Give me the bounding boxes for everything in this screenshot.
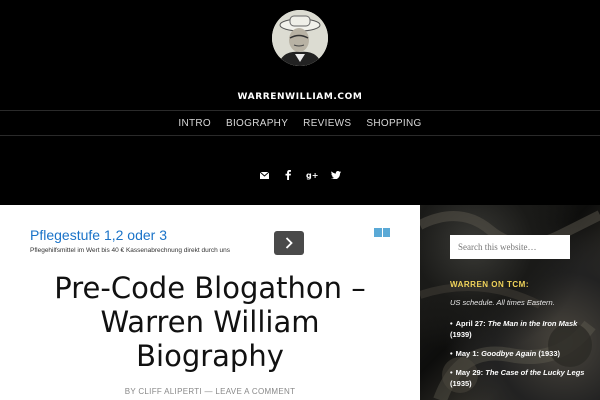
ad-title[interactable]: Pflegestufe 1,2 oder 3 <box>30 227 167 243</box>
svg-text:g+: g+ <box>306 171 318 180</box>
byline-author[interactable]: CLIFF ALIPERTI <box>138 387 202 396</box>
schedule-film[interactable]: Goodbye Again <box>481 349 536 358</box>
nav-item-intro[interactable]: INTRO <box>178 118 211 129</box>
social-links: g+ <box>0 168 600 182</box>
sidebar: WARREN ON TCM: US schedule. All times Ea… <box>420 205 600 400</box>
post-title-line: Biography <box>136 339 284 373</box>
schedule-year: (1933) <box>538 349 560 358</box>
byline-prefix: BY <box>124 387 136 396</box>
ad-choices-icon[interactable] <box>374 228 390 237</box>
schedule-year: (1935) <box>450 379 472 388</box>
schedule-date: April 27: <box>455 319 486 328</box>
tcm-schedule: • April 27: The Man in the Iron Mask (193… <box>450 318 590 397</box>
post-title-line: Warren William <box>100 305 320 339</box>
twitter-icon[interactable] <box>330 168 342 182</box>
tcm-widget-note: US schedule. All times Eastern. <box>450 298 555 307</box>
ad-subtitle: Pflegehilfsmittel im Wert bis 40 € Kasse… <box>30 247 231 254</box>
site-avatar[interactable] <box>272 10 328 66</box>
search-input[interactable] <box>450 235 570 259</box>
nav-item-shopping[interactable]: SHOPPING <box>366 118 421 129</box>
site-title[interactable]: WARRENWILLIAM.COM <box>0 92 600 102</box>
byline-separator: — <box>204 387 213 396</box>
post-title[interactable]: Pre-Code Blogathon – Warren William Biog… <box>0 271 420 373</box>
post-title-line: Pre-Code Blogathon – <box>54 271 366 305</box>
advertisement[interactable]: Pflegestufe 1,2 oder 3 Pflegehilfsmittel… <box>30 225 390 265</box>
nav-item-reviews[interactable]: REVIEWS <box>303 118 351 129</box>
google-plus-icon[interactable]: g+ <box>306 168 318 182</box>
facebook-icon[interactable] <box>282 168 294 182</box>
chevron-right-icon <box>285 237 293 249</box>
tcm-widget-title: WARREN ON TCM: <box>450 280 529 289</box>
schedule-date: May 29: <box>455 368 484 377</box>
list-item: • May 29: The Case of the Lucky Legs (193… <box>450 368 585 388</box>
post-byline: BY CLIFF ALIPERTI — LEAVE A COMMENT <box>0 387 420 396</box>
schedule-date: May 1: <box>455 349 479 358</box>
schedule-year: (1939) <box>450 330 472 339</box>
mail-icon[interactable] <box>258 168 270 182</box>
list-item: • April 27: The Man in the Iron Mask (193… <box>450 319 578 339</box>
ad-open-button[interactable] <box>274 231 304 255</box>
list-item: • May 1: Goodbye Again (1933) <box>450 349 560 358</box>
main-content: Pflegestufe 1,2 oder 3 Pflegehilfsmittel… <box>0 205 420 400</box>
nav-item-biography[interactable]: BIOGRAPHY <box>226 118 288 129</box>
schedule-film[interactable]: The Man in the Iron Mask <box>488 319 578 328</box>
main-navigation: INTRO BIOGRAPHY REVIEWS SHOPPING <box>0 110 600 136</box>
leave-comment-link[interactable]: LEAVE A COMMENT <box>215 387 295 396</box>
site-header: WARRENWILLIAM.COM INTRO BIOGRAPHY REVIEW… <box>0 0 600 205</box>
schedule-film[interactable]: The Case of the Lucky Legs <box>485 368 584 377</box>
